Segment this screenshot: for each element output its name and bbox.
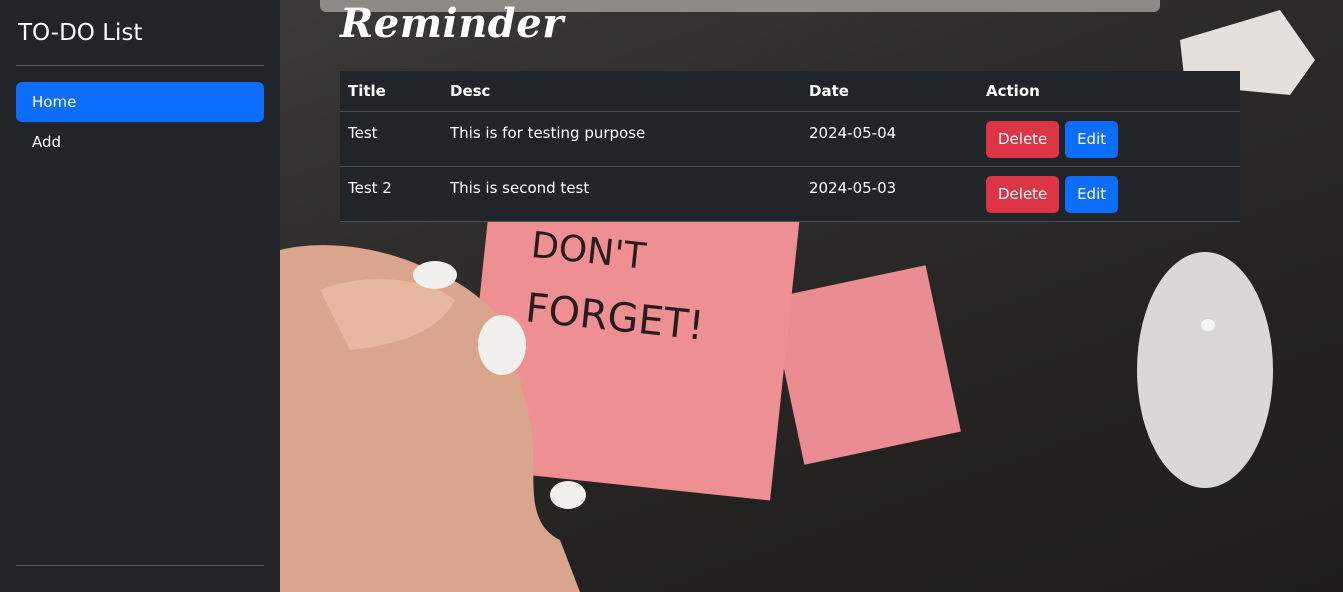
delete-button[interactable]: Delete <box>986 175 1060 213</box>
edit-button[interactable]: Edit <box>1065 175 1119 213</box>
row-title: Test 2 <box>340 166 442 222</box>
page-title: Reminder <box>340 0 564 47</box>
header-title: Title <box>340 71 442 112</box>
sidebar-divider <box>16 565 264 566</box>
sidebar-nav: Home Add <box>16 82 264 162</box>
row-actions: Delete Edit <box>978 111 1240 167</box>
row-date: 2024-05-04 <box>801 111 978 167</box>
header-action: Action <box>978 71 1240 112</box>
row-desc: This is for testing purpose <box>442 111 801 167</box>
reminder-table: Title Desc Date Action Test This is for … <box>340 71 1240 222</box>
fingernail <box>478 315 526 375</box>
main-content: DON'T FORGET! Reminder Title Desc Date A… <box>280 0 1343 592</box>
row-desc: This is second test <box>442 166 801 222</box>
table-row: Test This is for testing purpose 2024-05… <box>340 111 1240 167</box>
header-desc: Desc <box>442 71 801 112</box>
app-brand: TO-DO List <box>16 0 264 66</box>
table-header-row: Title Desc Date Action <box>340 71 1240 112</box>
row-title: Test <box>340 111 442 167</box>
mouse-shape <box>1137 252 1273 488</box>
edit-button[interactable]: Edit <box>1065 120 1119 158</box>
delete-button[interactable]: Delete <box>986 120 1060 158</box>
header-date: Date <box>801 71 978 112</box>
row-actions: Delete Edit <box>978 166 1240 222</box>
sidebar-item-add[interactable]: Add <box>16 122 264 162</box>
sidebar-item-home[interactable]: Home <box>16 82 264 122</box>
small-sticky-note <box>769 265 961 465</box>
sidebar: TO-DO List Home Add <box>0 0 280 592</box>
table-row: Test 2 This is second test 2024-05-03 De… <box>340 166 1240 222</box>
row-date: 2024-05-03 <box>801 166 978 222</box>
